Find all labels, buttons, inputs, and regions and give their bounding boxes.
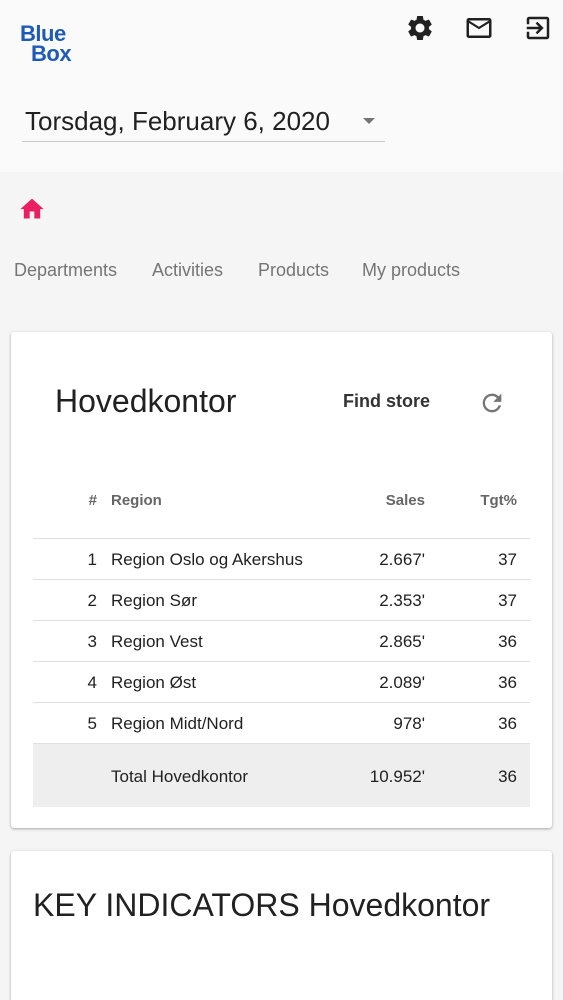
header-tgt[interactable]: Tgt% — [480, 492, 517, 509]
row-num: 4 — [87, 673, 97, 692]
tab-activities[interactable]: Activities — [152, 260, 223, 281]
row-region: Region Sør — [111, 591, 197, 610]
tab-my-products[interactable]: My products — [362, 260, 460, 281]
mail-icon[interactable] — [463, 12, 495, 44]
row-tgt: 37 — [498, 550, 517, 569]
row-num: 5 — [87, 714, 97, 733]
refresh-icon[interactable] — [478, 389, 506, 417]
bluebox-logo: Blue Box — [20, 23, 72, 66]
row-region: Region Vest — [111, 632, 203, 651]
total-sales: 10.952' — [369, 767, 425, 786]
table-row[interactable]: 1 Region Oslo og Akershus 2.667' 37 — [33, 539, 530, 580]
total-label: Total Hovedkontor — [111, 767, 249, 786]
top-bar: Blue Box Torsdag, February 6, 2020 — [0, 0, 563, 172]
header-region: Region — [111, 492, 162, 509]
logout-icon[interactable] — [522, 12, 554, 44]
row-tgt: 36 — [498, 673, 517, 692]
chevron-down-icon — [363, 118, 375, 124]
date-select-value: Torsdag, February 6, 2020 — [25, 106, 330, 136]
row-region: Region Oslo og Akershus — [111, 550, 303, 569]
row-sales: 2.089' — [379, 673, 425, 692]
row-region: Region Øst — [111, 673, 197, 692]
table-total-row: Total Hovedkontor 10.952' 36 — [33, 744, 530, 807]
row-num: 1 — [87, 550, 97, 569]
row-sales: 2.865' — [379, 632, 425, 651]
home-icon[interactable] — [18, 195, 46, 221]
table-row[interactable]: 5 Region Midt/Nord 978' 36 — [33, 703, 530, 744]
store-sales-card: Hovedkontor Find store # Region Sales Tg… — [11, 332, 552, 828]
tab-departments[interactable]: Departments — [14, 260, 117, 281]
row-num: 3 — [87, 632, 97, 651]
row-num: 2 — [87, 591, 97, 610]
row-sales: 978' — [393, 714, 425, 733]
row-tgt: 37 — [498, 591, 517, 610]
table-row[interactable]: 3 Region Vest 2.865' 36 — [33, 621, 530, 662]
key-indicators-card: KEY INDICATORS Hovedkontor — [11, 851, 552, 1000]
row-sales: 2.353' — [379, 591, 425, 610]
row-sales: 2.667' — [379, 550, 425, 569]
row-region: Region Midt/Nord — [111, 714, 244, 733]
row-tgt: 36 — [498, 632, 517, 651]
header-sales[interactable]: Sales — [386, 492, 425, 509]
table-header: # Region Sales Tgt% — [33, 477, 530, 539]
find-store-button[interactable]: Find store — [343, 391, 430, 412]
date-select[interactable]: Torsdag, February 6, 2020 — [22, 100, 385, 142]
table-row[interactable]: 4 Region Øst 2.089' 36 — [33, 662, 530, 703]
gear-icon[interactable] — [404, 12, 436, 44]
total-tgt: 36 — [498, 767, 517, 786]
card-title: Hovedkontor — [55, 383, 237, 419]
table-row[interactable]: 2 Region Sør 2.353' 37 — [33, 580, 530, 621]
sales-table: # Region Sales Tgt% 1 Region Oslo og Ake… — [33, 477, 530, 807]
header-num: # — [88, 492, 97, 509]
logo-line-2: Box — [31, 41, 72, 66]
key-indicators-title: KEY INDICATORS Hovedkontor — [33, 887, 491, 923]
tab-products[interactable]: Products — [258, 260, 329, 281]
row-tgt: 36 — [498, 714, 517, 733]
